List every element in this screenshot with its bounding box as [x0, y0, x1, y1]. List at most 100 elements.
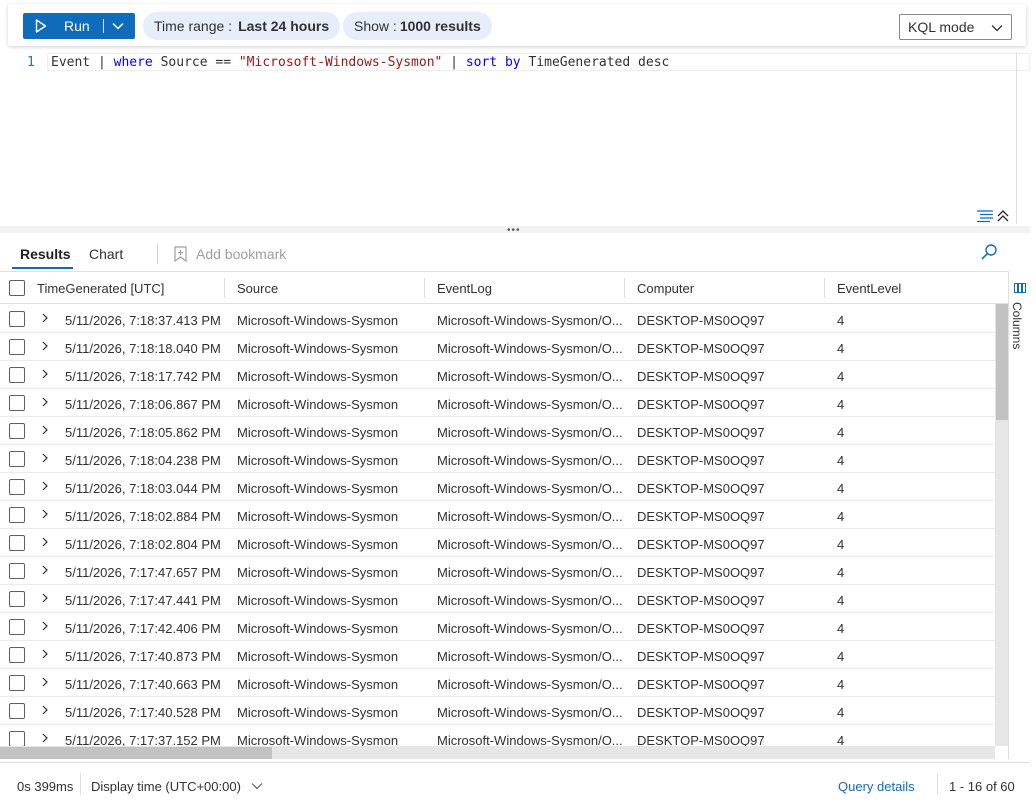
chevron-right-icon[interactable] [40, 536, 50, 548]
query-details-link[interactable]: Query details [838, 779, 915, 794]
column-resizer[interactable] [824, 278, 825, 298]
table-row[interactable]: 5/11/2026, 7:18:17.742 PM Microsoft-Windo… [0, 361, 995, 389]
table-row[interactable]: 5/11/2026, 7:18:04.238 PM Microsoft-Windo… [0, 445, 995, 473]
row-checkbox[interactable] [9, 395, 25, 411]
table-cell: 5/11/2026, 7:18:37.413 PM [65, 313, 221, 328]
chevron-right-icon[interactable] [40, 396, 50, 408]
row-checkbox[interactable] [9, 703, 25, 719]
column-header[interactable]: EventLevel [837, 281, 901, 296]
table-cell: Microsoft-Windows-Sysmon [237, 649, 399, 664]
add-bookmark-button[interactable]: Add bookmark [173, 246, 286, 262]
table-cell: Microsoft-Windows-Sysmon [237, 481, 399, 496]
table-cell: Microsoft-Windows-Sysmon [237, 341, 399, 356]
splitter-grip-icon[interactable]: ••• [507, 225, 521, 236]
table-cell: 4 [837, 705, 845, 720]
query-editor[interactable]: 1 Event | where Source == "Microsoft-Win… [0, 52, 1030, 224]
chevron-right-icon[interactable] [40, 620, 50, 632]
chevron-right-icon[interactable] [40, 424, 50, 436]
row-checkbox[interactable] [9, 675, 25, 691]
columns-icon[interactable] [1014, 282, 1026, 294]
table-row[interactable]: 5/11/2026, 7:18:06.867 PM Microsoft-Windo… [0, 389, 995, 417]
table-cell: 5/11/2026, 7:17:37.152 PM [65, 733, 221, 746]
query-toolbar: Run Time range : Last 24 hours Show : 10… [8, 4, 1026, 46]
query-token: | [442, 55, 466, 70]
chevron-right-icon[interactable] [40, 564, 50, 576]
tab-chart[interactable]: Chart [89, 246, 123, 262]
table-row[interactable]: 5/11/2026, 7:17:40.873 PM Microsoft-Windo… [0, 641, 995, 669]
chevron-right-icon[interactable] [40, 480, 50, 492]
column-header[interactable]: Source [237, 281, 278, 296]
run-button[interactable]: Run [23, 13, 135, 39]
column-header[interactable]: Computer [637, 281, 694, 296]
chevron-right-icon[interactable] [40, 340, 50, 352]
row-checkbox[interactable] [9, 423, 25, 439]
row-checkbox[interactable] [9, 507, 25, 523]
table-cell: 4 [837, 733, 845, 746]
editor-scrollbar[interactable] [1016, 52, 1017, 224]
table-cell: 5/11/2026, 7:18:06.867 PM [65, 397, 221, 412]
table-row[interactable]: 5/11/2026, 7:18:37.413 PM Microsoft-Windo… [0, 305, 995, 333]
table-row[interactable]: 5/11/2026, 7:17:42.406 PM Microsoft-Windo… [0, 613, 995, 641]
column-resizer[interactable] [624, 278, 625, 298]
row-checkbox[interactable] [9, 731, 25, 746]
row-checkbox[interactable] [9, 311, 25, 327]
query-text[interactable]: Event | where Source == "Microsoft-Windo… [51, 55, 669, 70]
format-collapse-icon[interactable] [976, 207, 1012, 223]
table-cell: Microsoft-Windows-Sysmon/O... [437, 481, 623, 496]
row-checkbox[interactable] [9, 563, 25, 579]
table-cell: 5/11/2026, 7:17:42.406 PM [65, 621, 221, 636]
table-row[interactable]: 5/11/2026, 7:17:47.441 PM Microsoft-Windo… [0, 585, 995, 613]
table-row[interactable]: 5/11/2026, 7:18:03.044 PM Microsoft-Windo… [0, 473, 995, 501]
chevron-right-icon[interactable] [40, 704, 50, 716]
column-header[interactable]: EventLog [437, 281, 492, 296]
row-checkbox[interactable] [9, 619, 25, 635]
table-row[interactable]: 5/11/2026, 7:18:02.884 PM Microsoft-Windo… [0, 501, 995, 529]
column-resizer[interactable] [224, 278, 225, 298]
query-keyword: sort by [465, 55, 521, 70]
row-checkbox[interactable] [9, 479, 25, 495]
table-cell: DESKTOP-MS0OQ97 [637, 593, 765, 608]
column-header[interactable]: TimeGenerated [UTC] [37, 281, 164, 296]
table-row[interactable]: 5/11/2026, 7:17:37.152 PM Microsoft-Windo… [0, 725, 995, 746]
table-row[interactable]: 5/11/2026, 7:17:40.528 PM Microsoft-Windo… [0, 697, 995, 725]
chevron-right-icon[interactable] [40, 676, 50, 688]
select-all-checkbox[interactable] [9, 280, 25, 296]
time-range-label: Time range : [154, 18, 233, 34]
chevron-right-icon[interactable] [40, 368, 50, 380]
tab-results[interactable]: Results [20, 246, 71, 262]
time-range-pill[interactable]: Time range : Last 24 hours [143, 12, 341, 40]
kql-mode-dropdown[interactable]: KQL mode [899, 14, 1012, 40]
chevron-right-icon[interactable] [40, 508, 50, 520]
horizontal-scroll-thumb[interactable] [0, 747, 272, 759]
chevron-right-icon[interactable] [40, 592, 50, 604]
columns-panel-label[interactable]: Columns [1010, 302, 1024, 349]
table-row[interactable]: 5/11/2026, 7:18:05.862 PM Microsoft-Windo… [0, 417, 995, 445]
chevron-right-icon[interactable] [40, 648, 50, 660]
chevron-down-icon [991, 25, 1003, 32]
table-cell: DESKTOP-MS0OQ97 [637, 341, 765, 356]
table-row[interactable]: 5/11/2026, 7:17:47.657 PM Microsoft-Windo… [0, 557, 995, 585]
row-checkbox[interactable] [9, 367, 25, 383]
chevron-down-icon[interactable] [111, 19, 125, 33]
row-checkbox[interactable] [9, 647, 25, 663]
search-icon[interactable] [980, 243, 998, 261]
table-row[interactable]: 5/11/2026, 7:17:40.663 PM Microsoft-Windo… [0, 669, 995, 697]
chevron-right-icon[interactable] [40, 312, 50, 324]
row-checkbox[interactable] [9, 591, 25, 607]
row-checkbox[interactable] [9, 451, 25, 467]
chevron-right-icon[interactable] [40, 452, 50, 464]
table-cell: Microsoft-Windows-Sysmon [237, 705, 399, 720]
chevron-right-icon[interactable] [40, 732, 50, 744]
show-results-pill[interactable]: Show : 1000 results [343, 12, 492, 40]
table-cell: 4 [837, 313, 845, 328]
vertical-scroll-thumb[interactable] [996, 304, 1008, 420]
display-time-dropdown[interactable]: Display time (UTC+00:00) [91, 779, 263, 794]
row-checkbox[interactable] [9, 339, 25, 355]
table-cell: 4 [837, 649, 845, 664]
column-resizer[interactable] [424, 278, 425, 298]
table-row[interactable]: 5/11/2026, 7:18:18.040 PM Microsoft-Windo… [0, 333, 995, 361]
table-cell: DESKTOP-MS0OQ97 [637, 453, 765, 468]
table-row[interactable]: 5/11/2026, 7:18:02.804 PM Microsoft-Windo… [0, 529, 995, 557]
table-cell: 5/11/2026, 7:17:40.663 PM [65, 677, 221, 692]
row-checkbox[interactable] [9, 535, 25, 551]
